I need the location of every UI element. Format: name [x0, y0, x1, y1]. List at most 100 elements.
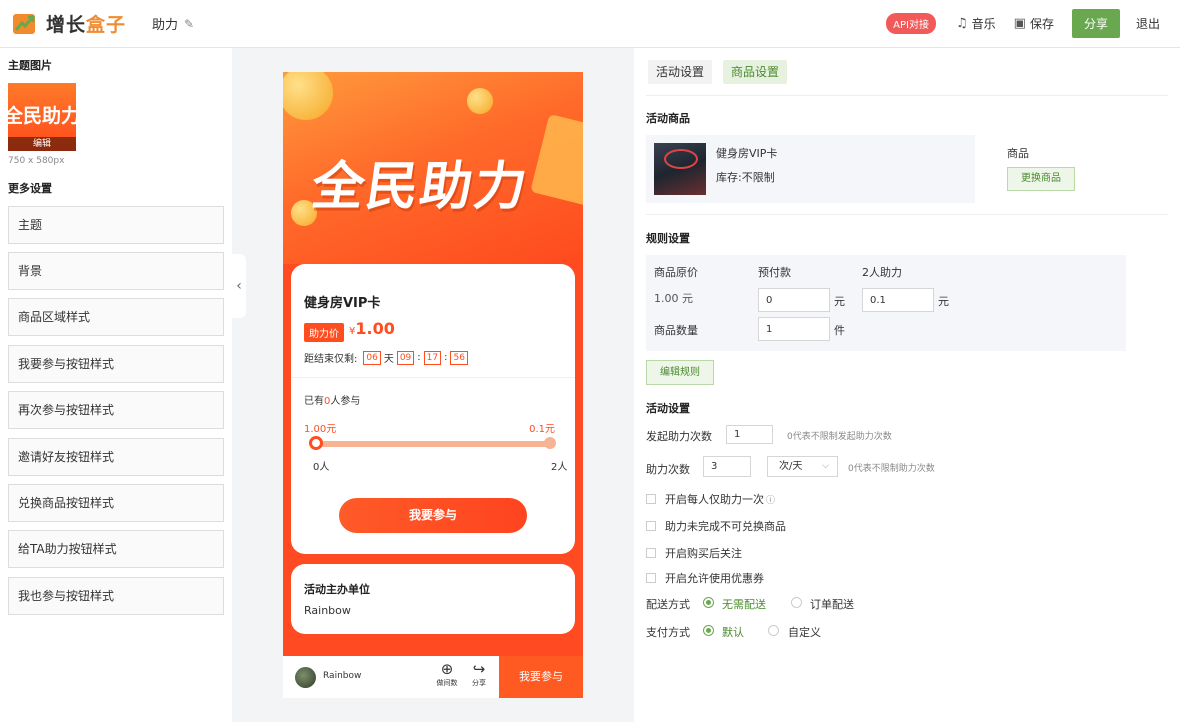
rule-box: 商品原价 预付款 2人助力 1.00 元 元 元 商品数量 件: [646, 255, 1126, 351]
prepay-unit: 元: [834, 295, 845, 308]
share-button-preview[interactable]: ↪ 分享: [464, 660, 494, 688]
checkbox[interactable]: [646, 494, 656, 504]
price-tag: 助力价: [304, 323, 344, 342]
phone-bottom-bar: Rainbow ⊕ 做间数 ↪ 分享 我要参与: [283, 656, 583, 698]
quantity-unit: 件: [834, 324, 845, 337]
settings-panel: 活动设置 商品设置 活动商品 健身房VIP卡 库存:不限制 商品 更换商品 规则…: [634, 48, 1180, 722]
checkbox[interactable]: [646, 573, 656, 583]
tab-activity-settings[interactable]: 活动设置: [648, 60, 713, 84]
chevron-down-icon: ⌵: [822, 461, 829, 471]
left-sidebar: 主题图片 全民助力 编辑 750 x 580px 更多设置 主题 背景 商品区域…: [0, 48, 232, 722]
logo-text: 增长盒子: [46, 14, 127, 36]
menu-item-theme[interactable]: 主题: [8, 206, 224, 244]
activity-settings-title: 活动设置: [646, 402, 690, 415]
option-follow-after-purchase[interactable]: 开启购买后关注: [646, 545, 742, 561]
bar-user-name: Rainbow: [323, 671, 362, 681]
delivery-order-label[interactable]: 订单配送: [810, 596, 854, 612]
organizer-card: 活动主办单位 Rainbow: [291, 564, 575, 634]
add-circle-button[interactable]: ⊕ 做间数: [432, 660, 462, 688]
gift-decoration: [530, 113, 583, 207]
help-times-label: 助力次数: [646, 463, 690, 476]
music-note-icon: ♫: [955, 16, 968, 31]
launch-times-input[interactable]: [726, 425, 773, 444]
people-end: 2人: [551, 462, 568, 473]
progress-track: [315, 441, 551, 447]
launch-times-hint: 0代表不限制发起助力次数: [787, 432, 892, 442]
menu-item-invite-button[interactable]: 邀请好友按钮样式: [8, 438, 224, 476]
top-header: 增长盒子 助力 ✎ API对接 ♫ 音乐 ▣ 保存 分享 退出: [0, 0, 1180, 48]
quantity-label: 商品数量: [654, 324, 698, 337]
help-amount-input[interactable]: [862, 288, 934, 312]
api-badge[interactable]: API对接: [886, 13, 936, 34]
option-allow-coupon[interactable]: 开启允许使用优惠券: [646, 570, 764, 586]
progress-end-price: 0.1元: [529, 424, 555, 435]
joined-count: 已有0人参与: [304, 396, 361, 407]
bar-join-button[interactable]: 我要参与: [499, 656, 583, 698]
checkbox[interactable]: [646, 548, 656, 558]
tab-goods-settings[interactable]: 商品设置: [723, 60, 788, 84]
launch-times-label: 发起助力次数: [646, 430, 712, 443]
help-times-hint: 0代表不限制助力次数: [848, 464, 935, 474]
menu-item-help-ta-button[interactable]: 给TA助力按钮样式: [8, 530, 224, 568]
page-name[interactable]: 助力 ✎: [152, 14, 194, 34]
thumb-edit-button[interactable]: 编辑: [8, 137, 76, 151]
goods-card: 健身房VIP卡 库存:不限制: [646, 135, 975, 203]
goods-image: [654, 143, 706, 195]
menu-item-goods-area[interactable]: 商品区域样式: [8, 298, 224, 336]
help-period-select[interactable]: 次/天 ⌵: [767, 456, 838, 477]
collapse-sidebar-chevron-icon[interactable]: ‹: [232, 254, 246, 318]
theme-size: 750 x 580px: [8, 156, 65, 166]
radio-delivery-none[interactable]: [703, 597, 714, 608]
theme-image-title: 主题图片: [8, 59, 52, 72]
save-button[interactable]: ▣ 保存: [1014, 15, 1054, 32]
prepay-input[interactable]: [758, 288, 830, 312]
radio-pay-custom[interactable]: [768, 625, 779, 636]
share-arrow-icon: ↪: [472, 660, 486, 678]
organizer-title: 活动主办单位: [304, 583, 370, 596]
help-times-input[interactable]: [703, 456, 751, 477]
goods-stock: 库存:不限制: [716, 171, 775, 184]
join-button[interactable]: 我要参与: [339, 498, 527, 533]
goods-label: 商品: [1007, 147, 1029, 160]
progress-start-price: 1.00元: [304, 424, 337, 435]
progress-end-knob: [544, 437, 556, 449]
coin-decoration: [283, 72, 333, 120]
more-settings-title: 更多设置: [8, 182, 52, 195]
change-goods-button[interactable]: 更换商品: [1007, 167, 1075, 191]
checkbox[interactable]: [646, 521, 656, 531]
growth-logo-icon: [12, 12, 36, 36]
option-once-per-person[interactable]: 开启每人仅助力一次 ⓘ: [646, 491, 775, 507]
banner: 全民助力: [283, 72, 583, 264]
pay-custom-label[interactable]: 自定义: [788, 624, 821, 640]
phone-preview: 全民助力 健身房VIP卡 助力价 ¥1.00 距结束仅剩: 06 天 09 : …: [283, 72, 583, 698]
question-icon[interactable]: ⓘ: [766, 493, 775, 506]
music-button[interactable]: ♫ 音乐: [956, 15, 996, 32]
help-unit: 元: [938, 295, 949, 308]
pay-default-label[interactable]: 默认: [722, 624, 744, 640]
menu-item-join-button[interactable]: 我要参与按钮样式: [8, 345, 224, 383]
original-price-header: 商品原价: [654, 266, 698, 279]
logout-button[interactable]: 退出: [1136, 15, 1160, 32]
share-button[interactable]: 分享: [1071, 9, 1120, 38]
radio-pay-default[interactable]: [703, 625, 714, 636]
menu-item-rejoin-button[interactable]: 再次参与按钮样式: [8, 391, 224, 429]
divider: [646, 214, 1168, 215]
option-incomplete-no-redeem[interactable]: 助力未完成不可兑换商品: [646, 518, 786, 534]
menu-item-redeem-button[interactable]: 兑换商品按钮样式: [8, 484, 224, 522]
progress-start-knob: [309, 436, 323, 450]
coin-decoration: [467, 88, 493, 114]
edit-rule-button[interactable]: 编辑规则: [646, 360, 714, 385]
logo[interactable]: 增长盒子: [12, 10, 126, 37]
quantity-input[interactable]: [758, 317, 830, 341]
organizer-name: Rainbow: [304, 604, 351, 617]
activity-goods-title: 活动商品: [646, 112, 690, 125]
theme-thumbnail[interactable]: 全民助力 编辑: [8, 83, 76, 151]
people-start: 0人: [313, 462, 330, 473]
menu-item-background[interactable]: 背景: [8, 252, 224, 290]
delivery-none-label[interactable]: 无需配送: [722, 596, 766, 612]
save-icon: ▣: [1013, 16, 1026, 31]
goods-name: 健身房VIP卡: [716, 147, 778, 160]
pencil-icon[interactable]: ✎: [184, 17, 194, 31]
radio-delivery-order[interactable]: [791, 597, 802, 608]
menu-item-also-join-button[interactable]: 我也参与按钮样式: [8, 577, 224, 615]
